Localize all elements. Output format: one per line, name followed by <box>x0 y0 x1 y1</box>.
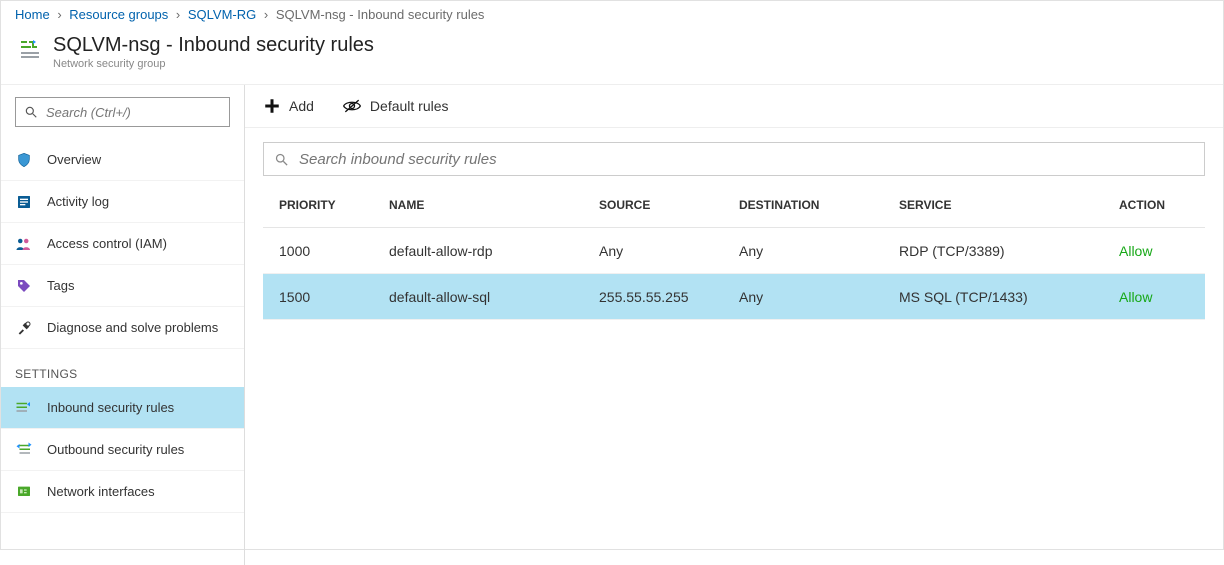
sidebar: Overview Activity log Access control (IA… <box>1 85 245 565</box>
add-button-label: Add <box>289 98 314 114</box>
sidebar-search[interactable] <box>15 97 230 127</box>
page-subtitle: Network security group <box>53 58 374 70</box>
sidebar-section-settings: SETTINGS <box>1 349 244 387</box>
cell-destination: Any <box>739 243 899 259</box>
outbound-icon <box>15 441 33 459</box>
page-title: SQLVM-nsg - Inbound security rules <box>53 34 374 56</box>
chevron-right-icon: › <box>57 7 61 22</box>
cell-priority: 1000 <box>279 243 389 259</box>
nsg-rules-icon <box>19 38 43 62</box>
rules-table: PRIORITY NAME SOURCE DESTINATION SERVICE… <box>263 182 1205 320</box>
cell-source: Any <box>599 243 739 259</box>
table-row[interactable]: 1000 default-allow-rdp Any Any RDP (TCP/… <box>263 228 1205 274</box>
sidebar-item-outbound-rules[interactable]: Outbound security rules <box>1 429 244 471</box>
log-icon <box>15 193 33 211</box>
col-service[interactable]: SERVICE <box>899 198 1119 212</box>
sidebar-item-label: Network interfaces <box>47 484 155 499</box>
col-destination[interactable]: DESTINATION <box>739 198 899 212</box>
sidebar-item-activity-log[interactable]: Activity log <box>1 181 244 223</box>
sidebar-item-access-control[interactable]: Access control (IAM) <box>1 223 244 265</box>
cell-source: 255.55.55.255 <box>599 289 739 305</box>
cell-priority: 1500 <box>279 289 389 305</box>
cell-action: Allow <box>1119 243 1189 259</box>
sidebar-item-tags[interactable]: Tags <box>1 265 244 307</box>
rules-search-input[interactable] <box>299 151 1194 168</box>
plus-icon <box>263 97 281 115</box>
tag-icon <box>15 277 33 295</box>
cell-service: MS SQL (TCP/1433) <box>899 289 1119 305</box>
rules-search[interactable] <box>263 142 1205 176</box>
table-header: PRIORITY NAME SOURCE DESTINATION SERVICE… <box>263 182 1205 228</box>
breadcrumb: Home › Resource groups › SQLVM-RG › SQLV… <box>1 1 1223 30</box>
breadcrumb-home[interactable]: Home <box>15 7 50 22</box>
sidebar-item-overview[interactable]: Overview <box>1 139 244 181</box>
add-button[interactable]: Add <box>263 97 314 115</box>
tools-icon <box>15 319 33 337</box>
sidebar-item-label: Inbound security rules <box>47 400 174 415</box>
toolbar: Add Default rules <box>245 97 1223 128</box>
cell-destination: Any <box>739 289 899 305</box>
cell-name: default-allow-rdp <box>389 243 599 259</box>
table-row[interactable]: 1500 default-allow-sql 255.55.55.255 Any… <box>263 274 1205 320</box>
cell-service: RDP (TCP/3389) <box>899 243 1119 259</box>
chevron-right-icon: › <box>176 7 180 22</box>
nic-icon <box>15 483 33 501</box>
shield-icon <box>15 151 33 169</box>
sidebar-item-inbound-rules[interactable]: Inbound security rules <box>1 387 244 429</box>
eye-off-icon <box>342 98 362 114</box>
col-name[interactable]: NAME <box>389 198 599 212</box>
sidebar-item-label: Access control (IAM) <box>47 236 167 251</box>
cell-action: Allow <box>1119 289 1189 305</box>
breadcrumb-sqlvm-rg[interactable]: SQLVM-RG <box>188 7 256 22</box>
default-rules-label: Default rules <box>370 98 449 114</box>
default-rules-button[interactable]: Default rules <box>342 98 449 114</box>
search-icon <box>24 105 38 119</box>
sidebar-item-label: Outbound security rules <box>47 442 184 457</box>
cell-name: default-allow-sql <box>389 289 599 305</box>
col-source[interactable]: SOURCE <box>599 198 739 212</box>
sidebar-item-label: Tags <box>47 278 74 293</box>
col-action[interactable]: ACTION <box>1119 198 1189 212</box>
main-content: Add Default rules PRIORITY NAME SOURCE D… <box>245 85 1223 565</box>
sidebar-item-label: Overview <box>47 152 101 167</box>
sidebar-item-diagnose[interactable]: Diagnose and solve problems <box>1 307 244 349</box>
col-priority[interactable]: PRIORITY <box>279 198 389 212</box>
breadcrumb-current: SQLVM-nsg - Inbound security rules <box>276 7 485 22</box>
title-bar: SQLVM-nsg - Inbound security rules Netwo… <box>1 30 1223 85</box>
chevron-right-icon: › <box>264 7 268 22</box>
inbound-icon <box>15 399 33 417</box>
search-icon <box>274 152 289 167</box>
breadcrumb-resource-groups[interactable]: Resource groups <box>69 7 168 22</box>
people-icon <box>15 235 33 253</box>
sidebar-item-label: Activity log <box>47 194 109 209</box>
sidebar-search-input[interactable] <box>46 105 221 120</box>
sidebar-item-label: Diagnose and solve problems <box>47 320 218 335</box>
sidebar-item-network-interfaces[interactable]: Network interfaces <box>1 471 244 513</box>
